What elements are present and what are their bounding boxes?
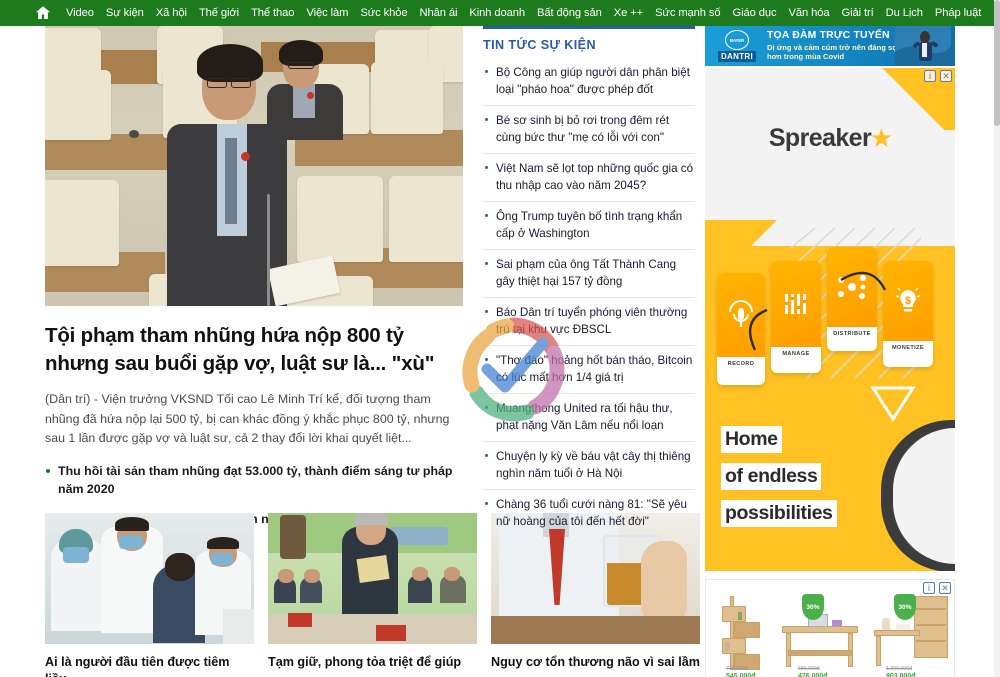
ad-banner-subtitle: Dị ứng và cảm cúm trở nên đáng sợ hơn tr… xyxy=(767,43,898,62)
nav-item-s-ki-n[interactable]: Sự kiện xyxy=(100,0,150,26)
thumbnail-card[interactable]: Ai là người đầu tiên được tiêm liều xyxy=(45,513,254,677)
ad-furniture[interactable]: i ✕ 30% 30% 778,000đ 545,000đ 680,000đ 4… xyxy=(705,579,955,677)
nav-item-th-gi-i[interactable]: Thế giới xyxy=(193,0,245,26)
sidebar-news-item[interactable]: Muangthong United ra tối hậu thư, phạt n… xyxy=(483,393,695,441)
price-new-2: 476,000đ xyxy=(798,673,828,677)
thumbnail-title[interactable]: Tạm giữ, phong tỏa triệt để giúp xyxy=(268,654,477,671)
bayer-logo: BAYER xyxy=(725,30,749,50)
product-coffee-table xyxy=(782,612,858,674)
sidebar-news-item[interactable]: Bộ Công an giúp người dân phân biệt loại… xyxy=(483,58,695,105)
thumbnail-title[interactable]: Ai là người đầu tiên được tiêm liều xyxy=(45,654,254,677)
spreaker-wordmark: Spreaker★ xyxy=(705,124,955,153)
nav-item-gi-o-d-c[interactable]: Giáo dục xyxy=(727,0,783,26)
page-scrollbar[interactable] xyxy=(994,0,1000,677)
sidebar-news-item[interactable]: Chàng 36 tuổi cưới nàng 81: "Sẽ yêu nữ h… xyxy=(483,489,695,537)
close-icon[interactable]: ✕ xyxy=(940,70,952,82)
dantri-logo: DANTRI xyxy=(717,51,757,62)
nav-item-du-l-ch[interactable]: Du Lịch xyxy=(880,0,929,26)
bayer-dantri-logo: BAYER DANTRI xyxy=(711,30,763,62)
article-headline[interactable]: Tội phạm tham nhũng hứa nộp 800 tỷ nhưng… xyxy=(45,322,463,378)
ad-tagline-line-2: of endless xyxy=(721,463,822,490)
news-sidebar: TIN TỨC SỰ KIỆN Bộ Công an giúp người dâ… xyxy=(483,26,695,537)
price-old-1: 778,000đ xyxy=(726,666,748,672)
nav-item-vi-c-l-m[interactable]: Việc làm xyxy=(300,0,354,26)
thumbnail-row: Ai là người đầu tiên được tiêm liều Tạm g… xyxy=(45,513,700,677)
nav-item-b-t-ng-s-n[interactable]: Bất động sản xyxy=(531,0,608,26)
info-icon[interactable]: i xyxy=(923,582,935,594)
ad-spreaker[interactable]: i ✕ Spreaker★ RECORD MANAGE DISTRIBUTE $… xyxy=(705,68,955,571)
sidebar-news-item[interactable]: Ông Trump tuyên bố tình trạng khẩn cấp ở… xyxy=(483,201,695,249)
ad-tagline-line-1: Home xyxy=(721,426,782,453)
nav-item-gi-i-tr[interactable]: Giải trí xyxy=(836,0,880,26)
nav-item-xe[interactable]: Xe ++ xyxy=(608,0,649,26)
sidebar-title: TIN TỨC SỰ KIỆN xyxy=(483,38,596,52)
sidebar-news-item[interactable]: Việt Nam sẽ lọt top những quốc gia có th… xyxy=(483,153,695,201)
thumbnail-image[interactable] xyxy=(268,513,477,644)
sidebar-news-item[interactable]: Sai phạm của ông Tất Thành Cang gây thiệ… xyxy=(483,249,695,297)
main-article-column: Tội phạm tham nhũng hứa nộp 800 tỷ nhưng… xyxy=(45,26,463,558)
close-icon[interactable]: ✕ xyxy=(939,582,951,594)
ad-banner-webinar[interactable]: BAYER DANTRI TỌA ĐÀM TRỰC TUYẾN Dị ứng v… xyxy=(705,26,955,66)
nav-item-kinh-doanh[interactable]: Kinh doanh xyxy=(463,0,531,26)
product-bookshelf xyxy=(720,596,768,674)
price-new-3: 903,000đ xyxy=(886,673,916,677)
page-root: Video Sự kiện Xã hội Thế giới Thể thao Việc l… xyxy=(0,0,1000,677)
nav-item-x-h-i[interactable]: Xã hội xyxy=(150,0,193,26)
info-icon[interactable]: i xyxy=(924,70,936,82)
thumbnail-card[interactable]: Nguy cơ tổn thương não vì sai lầm xyxy=(491,513,700,677)
sidebar-news-item[interactable]: Báo Dân trí tuyển phóng viên thường trú … xyxy=(483,297,695,345)
sidebar-news-item[interactable]: Chuyện ly kỳ về báu vật cây thị thiêng n… xyxy=(483,441,695,489)
thumbnail-card[interactable]: Tạm giữ, phong tỏa triệt để giúp xyxy=(268,513,477,677)
article-lead: (Dân trí) - Viện trưởng VKSND Tối cao Lê… xyxy=(45,392,450,445)
price-old-2: 680,000đ xyxy=(798,666,820,672)
nav-item-v-n-h-a[interactable]: Văn hóa xyxy=(783,0,836,26)
article-hero-image[interactable] xyxy=(45,26,463,306)
nav-item-ph-p-lu-t[interactable]: Pháp luật xyxy=(929,0,987,26)
thumbnail-title[interactable]: Nguy cơ tổn thương não vì sai lầm xyxy=(491,654,700,671)
main-navigation: Video Sự kiện Xã hội Thế giới Thể thao Việc l… xyxy=(0,0,1000,26)
nav-item-s-c-m-nh-s[interactable]: Sức mạnh số xyxy=(649,0,726,26)
content-area: Tội phạm tham nhũng hứa nộp 800 tỷ nhưng… xyxy=(0,26,1000,677)
discount-badge-1: 30% xyxy=(802,594,824,620)
price-new-1: 545,000đ xyxy=(726,673,756,677)
advertisement-column: BAYER DANTRI TỌA ĐÀM TRỰC TUYẾN Dị ứng v… xyxy=(705,26,955,677)
discount-badge-2: 30% xyxy=(894,594,916,620)
scrollbar-thumb[interactable] xyxy=(994,0,1000,126)
star-icon: ★ xyxy=(871,125,892,151)
spreaker-wordmark-text: Spreaker xyxy=(768,124,872,152)
home-icon[interactable] xyxy=(34,4,52,22)
related-link[interactable]: Thu hồi tài sản tham nhũng đạt 53.000 tỷ… xyxy=(45,462,463,498)
nav-item-th-thao[interactable]: Thể thao xyxy=(245,0,300,26)
nav-item-s-c-kh-e[interactable]: Sức khỏe xyxy=(354,0,413,26)
sidebar-news-item[interactable]: "Thợ đào" hoảng hốt bán tháo, Bitcoin có… xyxy=(483,345,695,393)
sidebar-news-item[interactable]: Bé sơ sinh bị bỏ rơi trong đêm rét cùng … xyxy=(483,105,695,153)
ad-banner-title: TỌA ĐÀM TRỰC TUYẾN xyxy=(767,30,890,41)
price-old-3: 1,290,000đ xyxy=(886,666,912,672)
thumbnail-image[interactable] xyxy=(45,513,254,644)
ad-tagline-line-3: possibilities xyxy=(721,500,837,527)
nav-item-nh-n-i[interactable]: Nhân ái xyxy=(413,0,463,26)
ad-banner-person-illustration xyxy=(895,26,951,66)
nav-item-video[interactable]: Video xyxy=(60,0,100,26)
